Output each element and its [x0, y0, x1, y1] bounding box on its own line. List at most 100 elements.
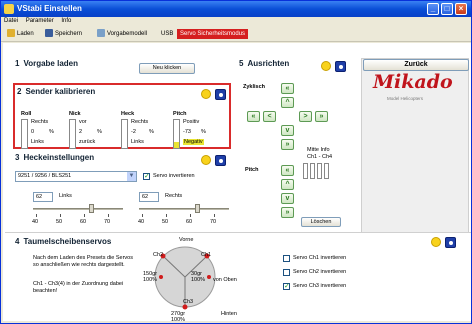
loeschen-button[interactable]: Löschen [301, 217, 341, 227]
roll-unit: % [49, 129, 54, 135]
pitch-unit: % [201, 129, 206, 135]
vorgabemodell-button[interactable]: Vorgabemodell [97, 29, 147, 39]
nick-top: vor [79, 119, 87, 125]
section-2-number: 2 [17, 87, 22, 96]
tick-mark [190, 214, 191, 217]
servo-invert-label: Servo invertieren [153, 173, 195, 179]
links-label: Links [59, 193, 72, 199]
servo-type-select[interactable]: 9251 / 9256 / BLS251 ▼ [15, 171, 137, 182]
servo-ch2-invert-checkbox[interactable] [283, 269, 290, 276]
minimize-button[interactable]: _ [427, 3, 439, 15]
rechts-value-field[interactable]: 62 [139, 192, 159, 202]
section-3-title: 3 Heckeinstellungen [15, 153, 94, 162]
links-slider-knob[interactable] [89, 204, 94, 213]
scale-label: 60 [186, 219, 193, 225]
smiley-icon [201, 89, 211, 99]
pitch-bar [173, 119, 180, 149]
window-title: VStabi Einstellen [17, 4, 82, 13]
vorgabemodell-label: Vorgabemodell [107, 31, 148, 37]
tick-mark [142, 214, 143, 217]
roll-value: 0 [31, 129, 35, 135]
servo-point-ch3 [182, 304, 188, 310]
pitch-up-button[interactable]: ^ [281, 179, 294, 190]
model-icon [97, 29, 105, 38]
ch2-label: Ch2 [153, 252, 164, 258]
help-icon[interactable] [215, 89, 226, 100]
zurueck-button[interactable]: Zurück [363, 59, 469, 71]
help-icon[interactable] [215, 155, 226, 166]
scale-label: 70 [210, 219, 217, 225]
nick-unit: % [97, 129, 102, 135]
servo-ch3-invert-label: Servo Ch3 invertieren [293, 283, 347, 289]
zyklisch-right-button[interactable]: > [299, 111, 312, 122]
pitch-up-fast-button[interactable]: « [281, 165, 294, 176]
zyklisch-left-fast-button[interactable]: « [247, 111, 260, 122]
von-oben-label: von Oben [213, 277, 237, 283]
smiley-icon [321, 61, 331, 71]
menu-datei[interactable]: Datei [1, 17, 21, 25]
servo-invert-checkbox[interactable] [143, 172, 150, 180]
mitte-ch3-bar [317, 163, 322, 179]
pitch-down-fast-button[interactable]: » [281, 207, 294, 218]
section-5-title: 5 Ausrichten [239, 59, 289, 68]
zyklisch-down-fast-button[interactable]: » [281, 139, 294, 150]
zyklisch-up-button[interactable]: ^ [281, 97, 294, 108]
servo-ch2-invert-label: Servo Ch2 invertieren [293, 269, 347, 275]
help-icon[interactable] [445, 237, 456, 248]
rechts-slider-knob[interactable] [195, 204, 200, 213]
ch3-label: Ch3 [183, 299, 194, 305]
roll-top: Rechts [31, 119, 49, 125]
scale-label: 50 [56, 219, 63, 225]
heck-head: Heck [121, 111, 135, 117]
pitch-down-button[interactable]: v [281, 193, 294, 204]
section-2-label: Sender kalibrieren [25, 87, 96, 96]
speichern-button[interactable]: Speichern [45, 29, 82, 39]
neu-klicken-button[interactable]: Neu klicken [139, 63, 195, 74]
hinten-label: Hinten [221, 311, 237, 317]
links-value-field[interactable]: 62 [33, 192, 53, 202]
maximize-button[interactable]: □ [441, 3, 453, 15]
zyklisch-right-fast-button[interactable]: » [315, 111, 328, 122]
servo-ch1-invert-label: Servo Ch1 invertieren [293, 255, 347, 261]
scale-label: 50 [162, 219, 169, 225]
safety-label: Servo Sicherheitsmodus [180, 31, 246, 37]
menu-parameter[interactable]: Parameter [23, 17, 57, 25]
usb-button[interactable]: USB [161, 29, 173, 39]
zyklisch-up-fast-button[interactable]: « [281, 83, 294, 94]
heck-group: Heck Rechts -2 % Links [121, 111, 161, 149]
roll-bar [21, 119, 28, 149]
tick-mark [166, 214, 167, 217]
nick-bar [69, 119, 76, 149]
nick-group: Nick vor 2 % zurück [69, 111, 109, 149]
tick-mark [84, 214, 85, 217]
scale-label: 40 [138, 219, 145, 225]
rechts-slider-track[interactable] [139, 208, 229, 210]
bottom-pct-label: 100% [171, 317, 186, 323]
section-1-label: Vorgabe laden [23, 59, 78, 68]
roll-group: Roll Rechts 0 % Links [21, 111, 61, 149]
roll-bottom: Links [31, 139, 44, 145]
mitte-ch4-bar [324, 163, 329, 179]
servo-point-right [207, 275, 211, 279]
zyklisch-label: Zyklisch [243, 84, 266, 90]
zyklisch-left-button[interactable]: < [263, 111, 276, 122]
servo-ch3-invert-checkbox[interactable] [283, 282, 290, 290]
laden-button[interactable]: Laden [7, 29, 34, 39]
zyklisch-down-button[interactable]: v [281, 125, 294, 136]
section-3-label: Heckeinstellungen [23, 153, 95, 162]
servo-ch1-invert-checkbox[interactable] [283, 255, 290, 262]
help-icon[interactable] [335, 61, 346, 72]
tick-mark [60, 214, 61, 217]
pitch-group: Pitch Positiv -73 % Negativ [173, 111, 213, 149]
links-slider-track[interactable] [33, 208, 123, 210]
heck-unit: % [149, 129, 154, 135]
roll-head: Roll [21, 111, 32, 117]
menu-bar: Datei Parameter Info [1, 17, 471, 26]
servo-safety-indicator: Servo Sicherheitsmodus [177, 29, 249, 39]
section-1-number: 1 [15, 59, 20, 68]
tick-mark [214, 214, 215, 217]
close-button[interactable]: × [455, 3, 467, 15]
pitch-value: -73 [183, 129, 191, 135]
menu-info[interactable]: Info [58, 17, 74, 25]
heck-bottom: Links [131, 139, 144, 145]
